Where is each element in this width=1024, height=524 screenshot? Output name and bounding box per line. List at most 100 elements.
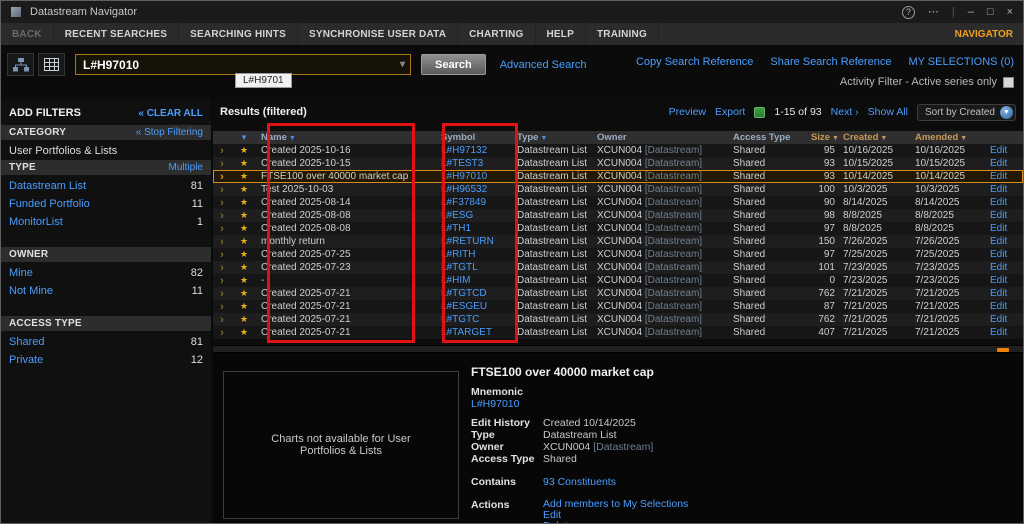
filter-link[interactable]: Private	[9, 354, 43, 366]
filter-item[interactable]: MonitorList 1	[1, 213, 211, 231]
search-button[interactable]: Search	[421, 54, 486, 75]
constituents-link[interactable]: 93 Constituents	[543, 476, 616, 488]
menu-item-recent-searches[interactable]: RECENT SEARCHES	[54, 23, 180, 45]
expand-row-icon[interactable]: ›	[220, 301, 224, 313]
filter-item[interactable]: Funded Portfolio 11	[1, 195, 211, 213]
edit-link[interactable]: Edit	[990, 171, 1007, 182]
add-members-link[interactable]: Add members to My Selections	[543, 499, 688, 510]
column-header-star[interactable]: ▼	[231, 131, 257, 144]
menu-item-charting[interactable]: CHARTING	[458, 23, 536, 45]
edit-link[interactable]: Edit	[990, 262, 1007, 273]
grid-view-button[interactable]	[38, 53, 65, 76]
search-input[interactable]: L#H97010 ▾	[75, 54, 411, 75]
column-header-access[interactable]: Access Type	[729, 131, 807, 144]
expand-row-icon[interactable]: ›	[220, 210, 224, 222]
filter-link[interactable]: Datastream List	[9, 180, 86, 192]
edit-link[interactable]: Edit	[990, 301, 1007, 312]
favorite-star-icon[interactable]: ★	[240, 314, 248, 324]
favorite-star-icon[interactable]: ★	[240, 145, 248, 155]
minimize-icon[interactable]: –	[968, 6, 974, 18]
expand-row-icon[interactable]: ›	[220, 314, 224, 326]
column-header-amended[interactable]: Amended ▼	[911, 131, 983, 144]
edit-link[interactable]: Edit	[990, 314, 1007, 325]
show-all-link[interactable]: Show All	[868, 106, 908, 118]
favorite-star-icon[interactable]: ★	[240, 301, 248, 311]
export-link[interactable]: Export	[715, 106, 745, 118]
splitter-grip-icon[interactable]	[997, 348, 1009, 352]
favorite-star-icon[interactable]: ★	[240, 158, 248, 168]
share-search-reference-link[interactable]: Share Search Reference	[770, 56, 891, 68]
stop-filtering-link[interactable]: « Stop Filtering	[136, 127, 203, 138]
type-multiple-link[interactable]: Multiple	[169, 162, 203, 173]
favorite-star-icon[interactable]: ★	[240, 171, 248, 181]
hierarchy-view-button[interactable]	[7, 53, 34, 76]
my-selections-link[interactable]: MY SELECTIONS (0)	[908, 56, 1014, 68]
favorite-star-icon[interactable]: ★	[240, 262, 248, 272]
edit-link[interactable]: Edit	[990, 158, 1007, 169]
export-excel-icon[interactable]	[754, 106, 766, 118]
favorite-star-icon[interactable]: ★	[240, 327, 248, 337]
edit-link[interactable]: Edit	[990, 275, 1007, 286]
expand-row-icon[interactable]: ›	[220, 275, 224, 287]
menu-item-help[interactable]: HELP	[536, 23, 586, 45]
edit-link[interactable]: Edit	[990, 327, 1007, 338]
filter-link[interactable]: Not Mine	[9, 285, 53, 297]
maximize-icon[interactable]: □	[987, 6, 994, 18]
category-selected-value[interactable]: User Portfolios & Lists	[1, 140, 211, 160]
favorite-star-icon[interactable]: ★	[240, 210, 248, 220]
expand-row-icon[interactable]: ›	[220, 145, 224, 157]
menu-item-training[interactable]: TRAINING	[586, 23, 659, 45]
more-options-icon[interactable]: ⋯	[928, 6, 939, 18]
edit-link[interactable]: Edit	[990, 197, 1007, 208]
expand-row-icon[interactable]: ›	[220, 184, 224, 196]
filter-link[interactable]: Mine	[9, 267, 33, 279]
column-header-created[interactable]: Created ▼	[839, 131, 911, 144]
activity-filter-checkbox[interactable]	[1003, 76, 1014, 88]
chevron-down-icon[interactable]: ▾	[400, 59, 405, 70]
filter-item[interactable]: Datastream List 81	[1, 177, 211, 195]
help-icon[interactable]: ?	[901, 5, 915, 19]
column-header-owner[interactable]: Owner	[593, 131, 729, 144]
filter-item[interactable]: Mine 82	[1, 264, 211, 282]
close-icon[interactable]: ×	[1007, 6, 1013, 18]
menu-item-searching-hints[interactable]: SEARCHING HINTS	[179, 23, 298, 45]
sort-by-dropdown[interactable]: Sort by Created ▼	[916, 103, 1016, 121]
expand-row-icon[interactable]: ›	[220, 262, 224, 274]
clear-all-link[interactable]: « CLEAR ALL	[138, 108, 203, 119]
filter-item[interactable]: Not Mine 11	[1, 282, 211, 300]
filter-item[interactable]: Shared 81	[1, 333, 211, 351]
copy-search-reference-link[interactable]: Copy Search Reference	[636, 56, 753, 68]
edit-link[interactable]: Edit	[990, 249, 1007, 260]
expand-row-icon[interactable]: ›	[220, 288, 224, 300]
panel-splitter[interactable]	[213, 345, 1023, 353]
expand-row-icon[interactable]: ›	[220, 327, 224, 339]
filter-link[interactable]: Funded Portfolio	[9, 198, 90, 210]
favorite-star-icon[interactable]: ★	[240, 275, 248, 285]
favorite-star-icon[interactable]: ★	[240, 197, 248, 207]
expand-row-icon[interactable]: ›	[220, 197, 224, 209]
edit-link[interactable]: Edit	[990, 184, 1007, 195]
edit-link[interactable]: Edit	[990, 210, 1007, 221]
filter-item[interactable]: Private 12	[1, 351, 211, 369]
menu-item-synchronise-user-data[interactable]: SYNCHRONISE USER DATA	[298, 23, 459, 45]
edit-link[interactable]: Edit	[990, 288, 1007, 299]
favorite-star-icon[interactable]: ★	[240, 288, 248, 298]
edit-link[interactable]: Edit	[990, 236, 1007, 247]
expand-row-icon[interactable]: ›	[220, 171, 224, 183]
favorite-star-icon[interactable]: ★	[240, 223, 248, 233]
filter-link[interactable]: Shared	[9, 336, 44, 348]
favorite-star-icon[interactable]: ★	[240, 236, 248, 246]
expand-row-icon[interactable]: ›	[220, 236, 224, 248]
edit-link[interactable]: Edit	[990, 223, 1007, 234]
mnemonic-link[interactable]: L#H97010	[471, 398, 519, 410]
advanced-search-link[interactable]: Advanced Search	[500, 59, 587, 71]
column-header-type[interactable]: Type ▼	[513, 131, 593, 144]
favorite-star-icon[interactable]: ★	[240, 249, 248, 259]
column-header-size[interactable]: Size ▼	[807, 131, 839, 144]
favorite-star-icon[interactable]: ★	[240, 184, 248, 194]
expand-row-icon[interactable]: ›	[220, 223, 224, 235]
expand-row-icon[interactable]: ›	[220, 158, 224, 170]
expand-row-icon[interactable]: ›	[220, 249, 224, 261]
next-page-link[interactable]: Next ›	[831, 106, 859, 118]
edit-link[interactable]: Edit	[990, 145, 1007, 156]
